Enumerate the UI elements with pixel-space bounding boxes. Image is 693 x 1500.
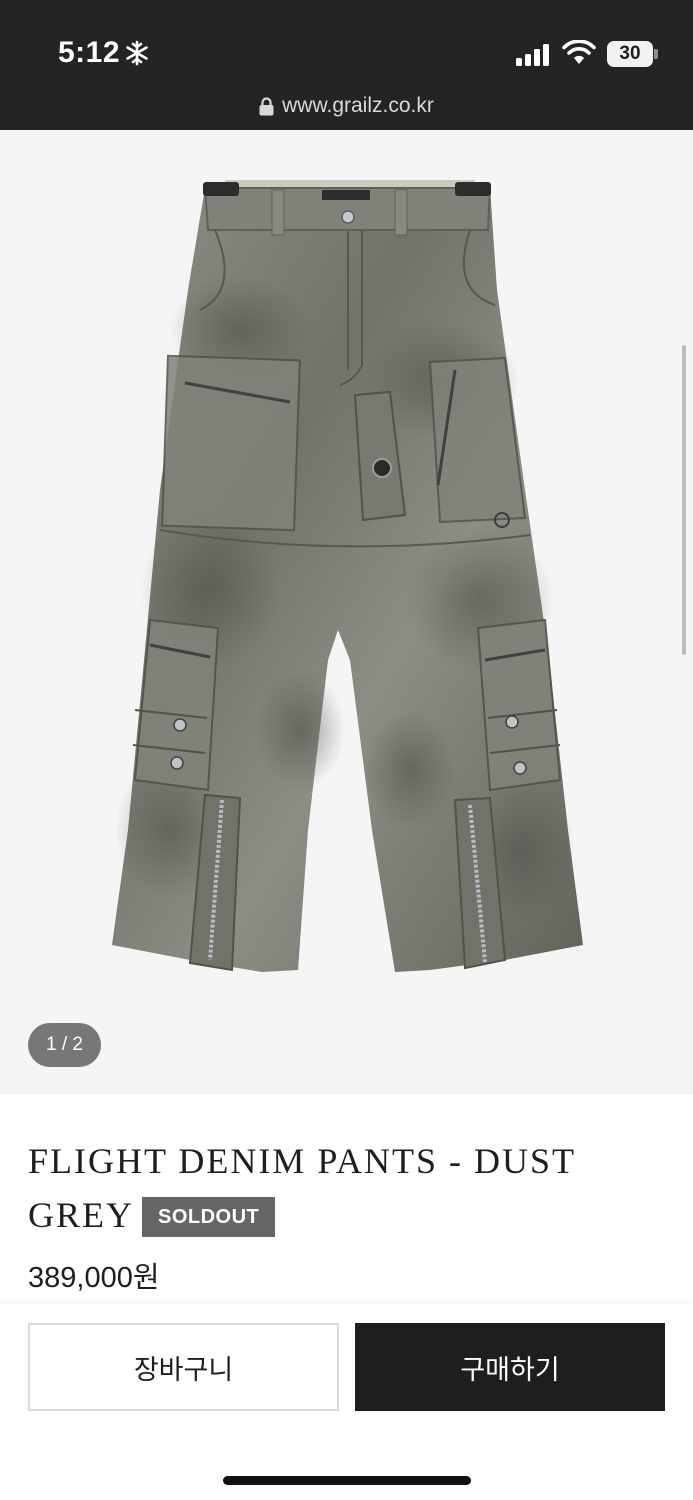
buy-now-button[interactable]: 구매하기 xyxy=(355,1323,665,1411)
wifi-icon xyxy=(562,40,596,64)
battery-indicator: 30 xyxy=(607,41,658,67)
product-gallery[interactable]: 1 / 2 xyxy=(0,130,693,1094)
product-price: 389,000원 xyxy=(28,1262,160,1294)
status-bar: 5:12 30 www.grailz.co.kr xyxy=(0,0,693,130)
snowflake-icon xyxy=(126,40,148,66)
cellular-signal-icon xyxy=(516,44,549,66)
page-scrollbar[interactable] xyxy=(682,345,686,655)
add-to-cart-button[interactable]: 장바구니 xyxy=(28,1323,339,1411)
product-title-block: FLIGHT DENIM PANTS - DUST GREY SOLDOUT xyxy=(28,1134,648,1242)
home-indicator[interactable] xyxy=(223,1476,471,1485)
product-info: FLIGHT DENIM PANTS - DUST GREY SOLDOUT 38… xyxy=(0,1094,693,1304)
image-counter: 1 / 2 xyxy=(28,1023,101,1067)
battery-cap xyxy=(654,49,658,59)
url-text: www.grailz.co.kr xyxy=(282,94,434,117)
purchase-action-bar: 장바구니 구매하기 xyxy=(0,1304,693,1500)
product-photo-pants[interactable] xyxy=(0,130,693,1094)
battery-level: 30 xyxy=(607,41,653,67)
lock-icon xyxy=(259,96,274,115)
status-time: 5:12 xyxy=(58,36,121,69)
soldout-badge: SOLDOUT xyxy=(142,1197,276,1237)
product-title: FLIGHT DENIM PANTS - DUST GREY xyxy=(28,1141,576,1235)
address-bar[interactable]: www.grailz.co.kr xyxy=(0,94,693,124)
